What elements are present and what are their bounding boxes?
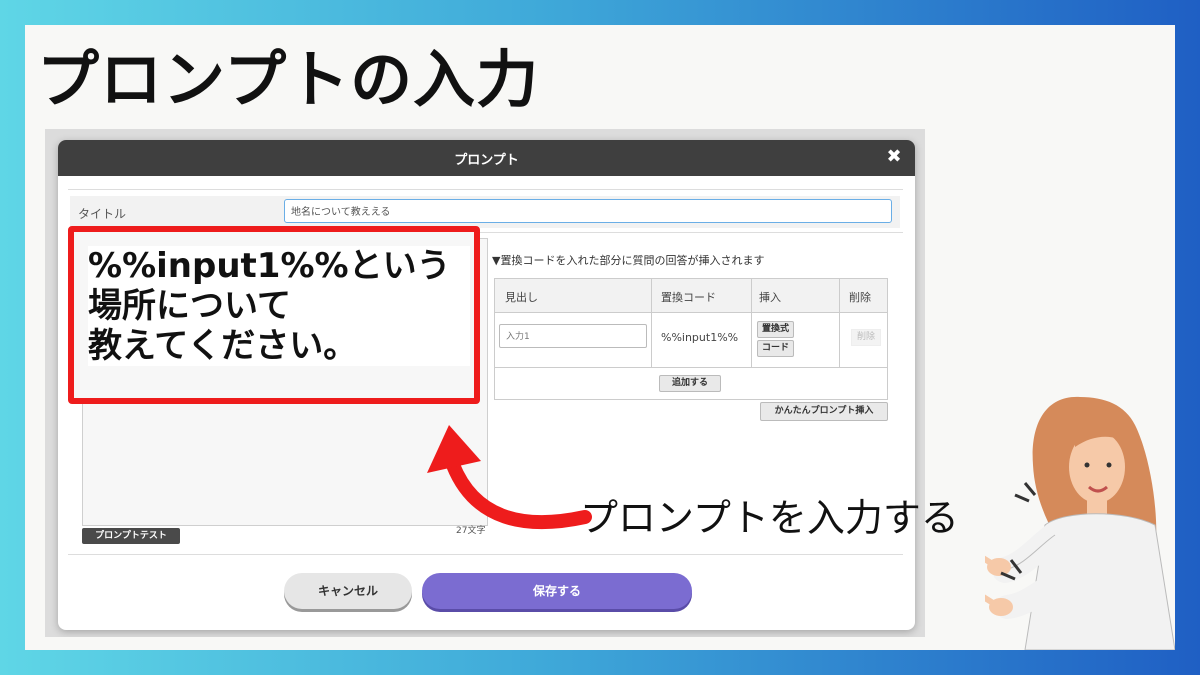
header-delete: 削除 [849, 291, 871, 304]
header-code: 置換コード [661, 291, 716, 304]
prompt-test-button[interactable]: プロンプトテスト [82, 528, 180, 544]
curved-arrow-icon [427, 425, 592, 529]
insert-formula-button[interactable]: 置換式 [757, 321, 795, 338]
modal-title: プロンプト [454, 153, 519, 168]
divider [68, 189, 903, 190]
replace-note: ▼置換コードを入れた部分に質問の回答が挿入されます [492, 254, 765, 267]
slide: プロンプトの入力 プロンプト ✖ タイトル 地名について教ええる 27文字 プロ… [25, 25, 1175, 650]
title-input[interactable]: 地名について教ええる [284, 199, 892, 223]
title-label: タイトル [78, 207, 127, 221]
cancel-button[interactable]: キャンセル [284, 573, 412, 609]
divider [651, 279, 652, 367]
header-heading: 見出し [505, 291, 538, 304]
callout-line: %%input1%%という [88, 246, 451, 286]
modal-header: プロンプト ✖ [58, 140, 915, 176]
annotation-text: プロンプトを入力する [580, 496, 959, 540]
insert-code-button[interactable]: コード [757, 340, 795, 357]
close-icon[interactable]: ✖ [883, 146, 905, 168]
replace-code: %%input1%% [661, 331, 739, 344]
callout-line: 教えてください。 [88, 326, 358, 366]
title-row: タイトル 地名について教ええる [70, 196, 900, 228]
divider [751, 279, 752, 367]
callout-line: 場所について [88, 286, 291, 326]
save-button[interactable]: 保存する [422, 573, 692, 609]
delete-row-button[interactable]: 削除 [851, 329, 881, 346]
divider [68, 554, 903, 555]
callout-text: %%input1%%という 場所について 教えてください。 [88, 246, 470, 366]
divider [495, 367, 887, 368]
replace-table: 見出し 置換コード 挿入 削除 入力1 %%input1%% 置換式 コード 削… [494, 278, 888, 400]
woman-pointing-illustration [985, 396, 1175, 650]
add-row-button[interactable]: 追加する [659, 375, 721, 392]
page-title: プロンプトの入力 [37, 43, 540, 116]
prompt-callout: %%input1%%という 場所について 教えてください。 [68, 226, 480, 404]
easy-prompt-insert-button[interactable]: かんたんプロンプト挿入 [760, 402, 888, 421]
divider [839, 279, 840, 367]
heading-input[interactable]: 入力1 [499, 324, 647, 348]
header-insert: 挿入 [759, 291, 781, 304]
